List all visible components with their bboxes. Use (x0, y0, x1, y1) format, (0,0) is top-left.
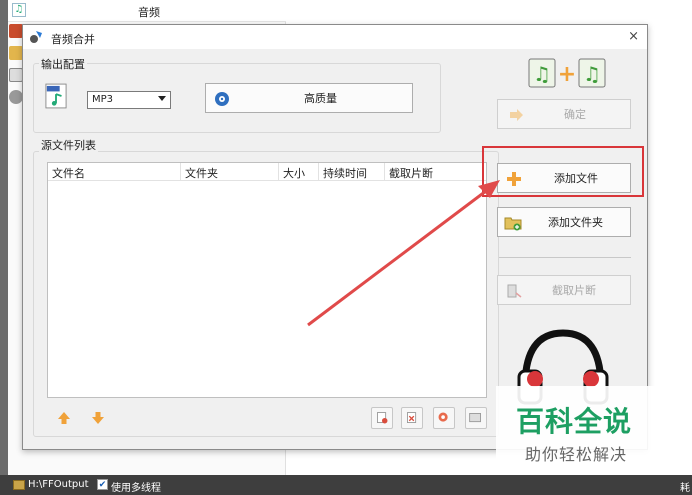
quality-disc-icon (215, 92, 229, 106)
watermark: 百科全说 助你轻松解决 (496, 386, 662, 472)
red-folder-icon[interactable] (9, 24, 23, 38)
device-icon[interactable] (9, 68, 23, 82)
clear-list-icon[interactable] (401, 407, 423, 429)
background-top-item[interactable]: ♫ 音频 (8, 0, 286, 22)
chevron-down-icon (158, 96, 166, 101)
source-file-list[interactable]: 文件名 文件夹 大小 持续时间 截取片断 (47, 162, 487, 398)
output-path[interactable]: H:\FFOutput (28, 479, 89, 490)
background-top-item-label: 音频 (138, 6, 160, 19)
app-logo-icon (30, 31, 42, 43)
multithread-checkbox[interactable]: ✔ (97, 479, 108, 490)
merge-music-logo-icon: ♫ + ♫ (528, 58, 606, 88)
add-folder-button-label: 添加文件夹 (548, 216, 603, 229)
yellow-folder-icon[interactable] (9, 46, 23, 60)
folder-icon[interactable] (13, 480, 25, 490)
confirm-button-label: 确定 (564, 108, 586, 121)
multithread-label: 使用多线程 (111, 483, 161, 494)
remove-file-icon[interactable] (371, 407, 393, 429)
dialog-title: 音频合并 (51, 33, 95, 46)
music-note-icon: ♫ (12, 3, 26, 17)
clip-button-label: 截取片断 (552, 284, 596, 297)
add-folder-button[interactable]: 添加文件夹 (497, 207, 631, 237)
confirm-button[interactable]: 确定 (497, 99, 631, 129)
close-button[interactable]: × (628, 29, 639, 44)
column-header-clip[interactable]: 截取片断 (385, 163, 488, 181)
mp3-file-icon (45, 83, 67, 109)
svg-text:+: + (558, 62, 576, 87)
clip-button[interactable]: 截取片断 (497, 275, 631, 305)
source-list-label: 源文件列表 (39, 137, 98, 153)
column-header-duration[interactable]: 持续时间 (319, 163, 385, 181)
add-folder-icon (504, 217, 522, 231)
status-tail-text: 耗 (680, 483, 690, 494)
gear-icon[interactable] (9, 90, 23, 104)
background-side-icons (9, 24, 23, 112)
column-header-folder[interactable]: 文件夹 (181, 163, 279, 181)
status-bar: H:\FFOutput ✔ 使用多线程 耗 (0, 475, 692, 495)
quality-button-label: 高质量 (304, 92, 337, 105)
move-down-icon[interactable] (91, 411, 105, 425)
add-file-highlight-box (482, 146, 644, 197)
info-icon[interactable] (465, 407, 487, 429)
right-panel-divider (499, 257, 631, 258)
watermark-title: 百科全说 (516, 405, 633, 438)
background-left-strip (0, 0, 8, 475)
confirm-arrow-icon (510, 109, 523, 121)
play-icon[interactable] (433, 407, 455, 429)
output-config-label: 输出配置 (39, 56, 87, 72)
list-header: 文件名 文件夹 大小 持续时间 截取片断 (48, 163, 486, 181)
column-header-name[interactable]: 文件名 (48, 163, 181, 181)
watermark-subtitle: 助你轻松解决 (525, 445, 628, 464)
dialog-titlebar: 音频合并 × (23, 25, 647, 49)
svg-text:♫: ♫ (583, 62, 601, 86)
clip-icon (507, 284, 522, 298)
format-select-value: MP3 (92, 94, 114, 105)
svg-text:♫: ♫ (533, 62, 551, 86)
move-up-icon[interactable] (57, 411, 71, 425)
format-select[interactable]: MP3 (87, 91, 171, 109)
column-header-size[interactable]: 大小 (279, 163, 319, 181)
quality-button[interactable]: 高质量 (205, 83, 413, 113)
